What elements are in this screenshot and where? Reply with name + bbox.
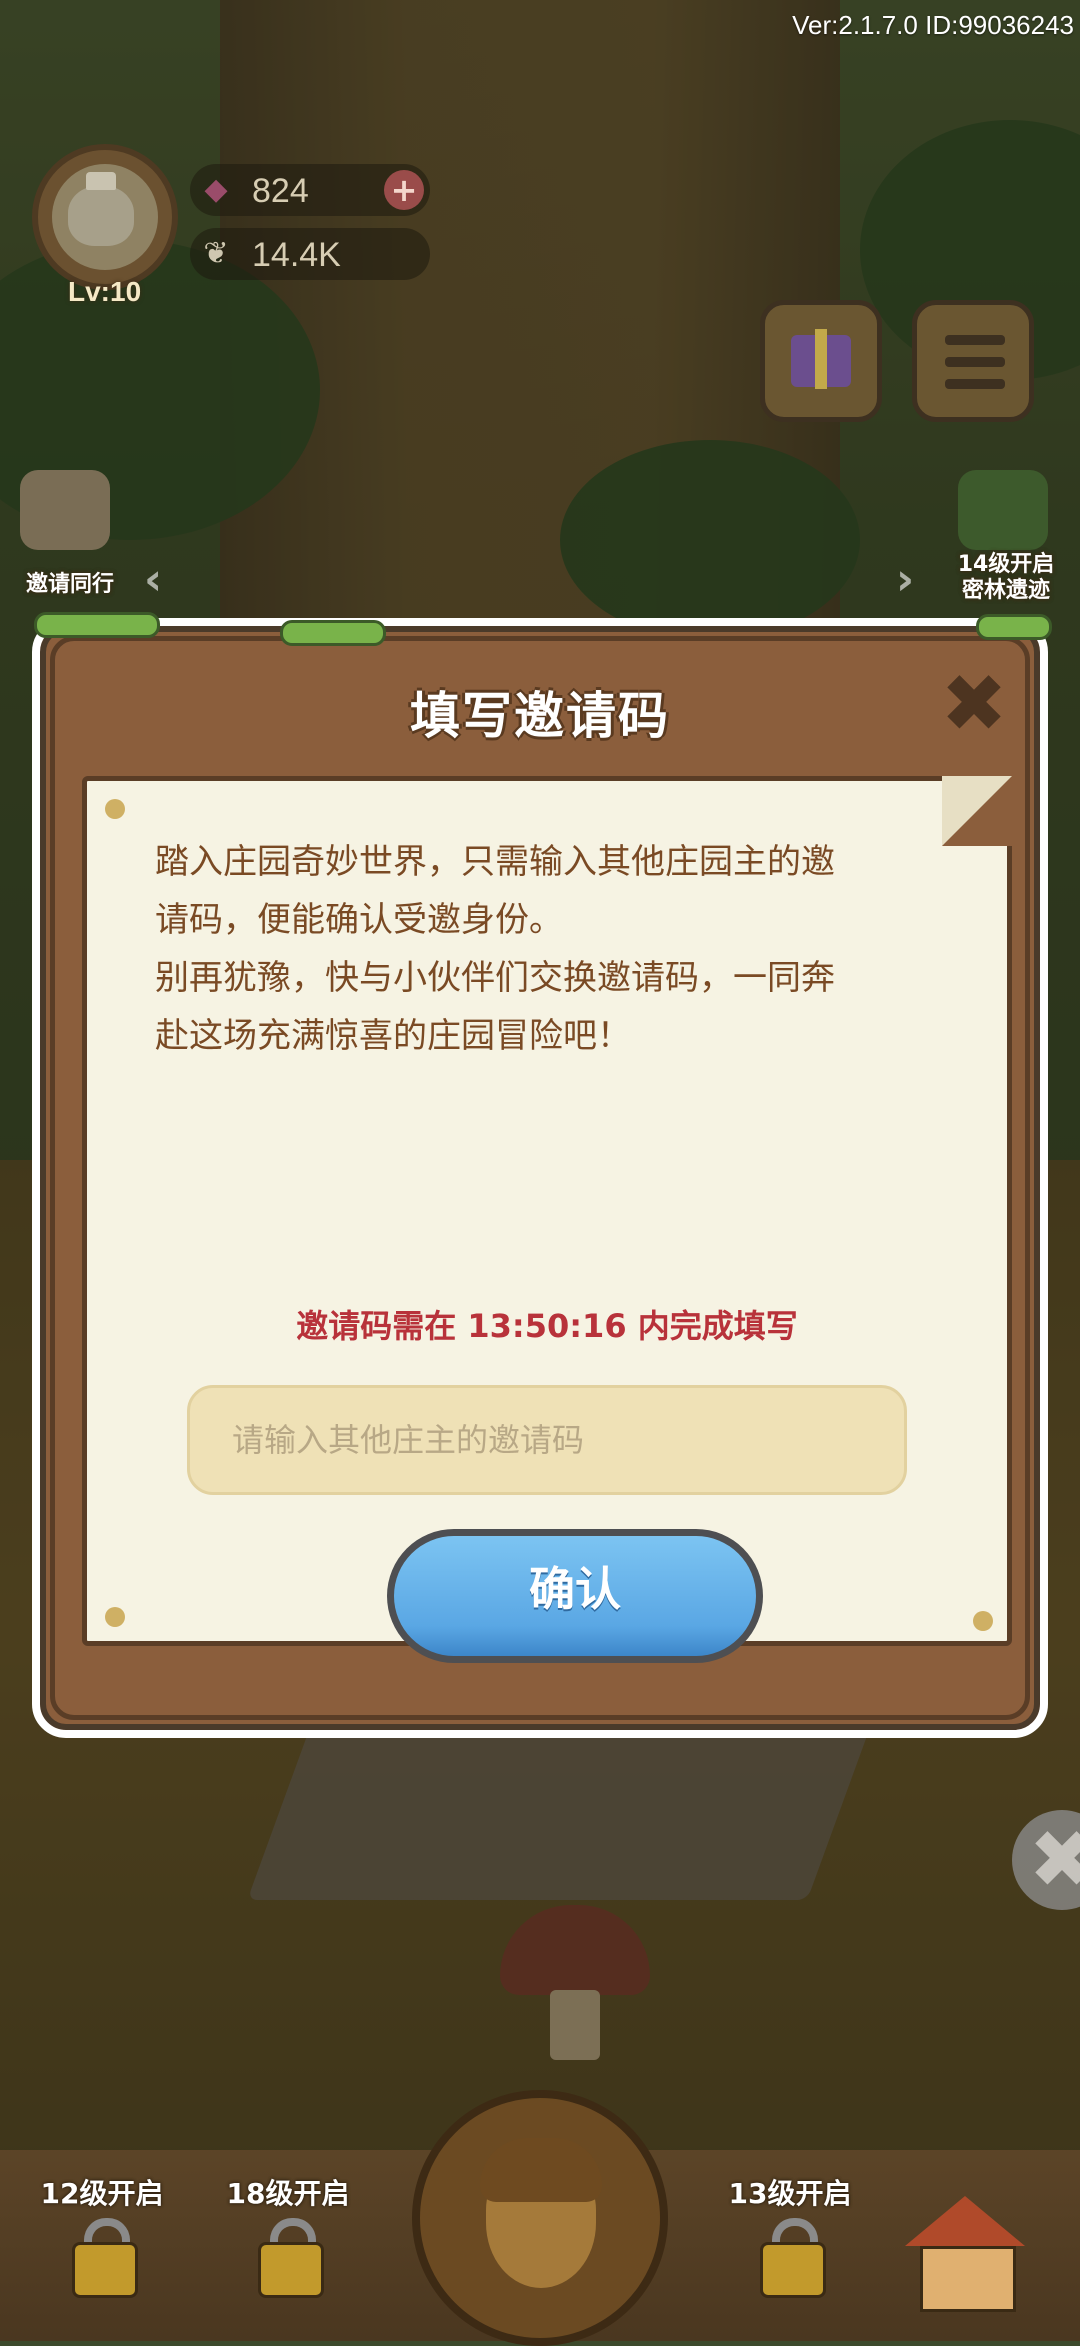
description-line: 赴这场充满惊喜的庄园冒险吧！: [155, 1016, 631, 1056]
acorn-main-button[interactable]: [412, 2090, 668, 2346]
seed-counter: ❦ 14.4K: [190, 228, 430, 280]
arrow-right-icon[interactable]: ›: [896, 554, 914, 605]
lock-icon: [72, 2242, 138, 2298]
acorn-cap: [480, 2138, 602, 2202]
pin-icon: [973, 1611, 993, 1631]
pin-icon: [105, 1607, 125, 1627]
locked-slot-13[interactable]: 13级开启: [720, 2172, 860, 2322]
slot-unlock-label: 18级开启: [226, 2177, 350, 2210]
lock-icon: [760, 2242, 826, 2298]
grass-decoration: [280, 620, 386, 646]
gem-value: 824: [252, 172, 309, 210]
slot-unlock-label: 12级开启: [40, 2177, 164, 2210]
menu-icon-line: [945, 357, 1005, 367]
house-icon: [905, 2196, 1025, 2246]
gift-ribbon: [815, 329, 827, 389]
confirm-button-label: 确认: [529, 1562, 621, 1616]
grass-decoration: [34, 612, 160, 638]
add-gems-button[interactable]: +: [384, 170, 424, 210]
invite-description: 踏入庄园奇妙世界，只需输入其他庄园主的邀 请码，便能确认受邀身份。 别再犹豫，快…: [155, 833, 955, 1065]
house-button[interactable]: [900, 2186, 1030, 2316]
forest-ruins-icon[interactable]: [958, 470, 1048, 550]
dialog-paper: 踏入庄园奇妙世界，只需输入其他庄园主的邀 请码，便能确认受邀身份。 别再犹豫，快…: [82, 776, 1012, 1663]
invite-friends-icon[interactable]: [20, 470, 110, 550]
forest-ruins-label: 密林遗迹: [961, 578, 1050, 603]
invite-friends-label: 邀请同行: [25, 572, 114, 597]
close-icon[interactable]: ✖: [938, 664, 1010, 744]
player-avatar[interactable]: [32, 144, 178, 290]
house-wall: [920, 2246, 1016, 2312]
arrow-left-icon[interactable]: ‹: [144, 554, 162, 605]
grass-decoration: [976, 614, 1052, 640]
dialog-title: 填写邀请码: [410, 687, 670, 745]
version-label: Ver:2.1.7.0 ID:99036243: [792, 10, 1074, 40]
menu-icon-line: [945, 379, 1005, 389]
pin-icon: [105, 799, 125, 819]
menu-button[interactable]: [912, 300, 1034, 422]
hippo-avatar-icon: [68, 186, 134, 246]
crown-icon: [86, 172, 116, 190]
slot-unlock-label: 13级开启: [728, 2177, 852, 2210]
confirm-button[interactable]: 确认: [387, 1529, 763, 1663]
gem-icon: ◆: [204, 172, 228, 207]
invite-code-input[interactable]: [187, 1385, 907, 1495]
deadline-countdown: 邀请码需在 13:50:16 内完成填写: [296, 1307, 798, 1345]
locked-slot-12[interactable]: 12级开启: [32, 2172, 172, 2322]
description-line: 别再犹豫，快与小伙伴们交换邀请码，一同奔: [155, 958, 835, 998]
gem-counter: ◆ 824 +: [190, 164, 430, 216]
locked-slot-18[interactable]: 18级开启: [218, 2172, 358, 2322]
invite-code-dialog: 填写邀请码 ✖ 踏入庄园奇妙世界，只需输入其他庄园主的邀 请码，便能确认受邀身份…: [32, 612, 1052, 1738]
seed-icon: ❦: [203, 236, 229, 271]
description-line: 踏入庄园奇妙世界，只需输入其他庄园主的邀: [155, 842, 835, 882]
menu-icon: [945, 335, 1005, 345]
player-level: Lv:10: [68, 276, 142, 307]
gift-button[interactable]: [760, 300, 882, 422]
description-line: 请码，便能确认受邀身份。: [155, 900, 563, 940]
lock-icon: [258, 2242, 324, 2298]
seed-value: 14.4K: [252, 236, 341, 274]
